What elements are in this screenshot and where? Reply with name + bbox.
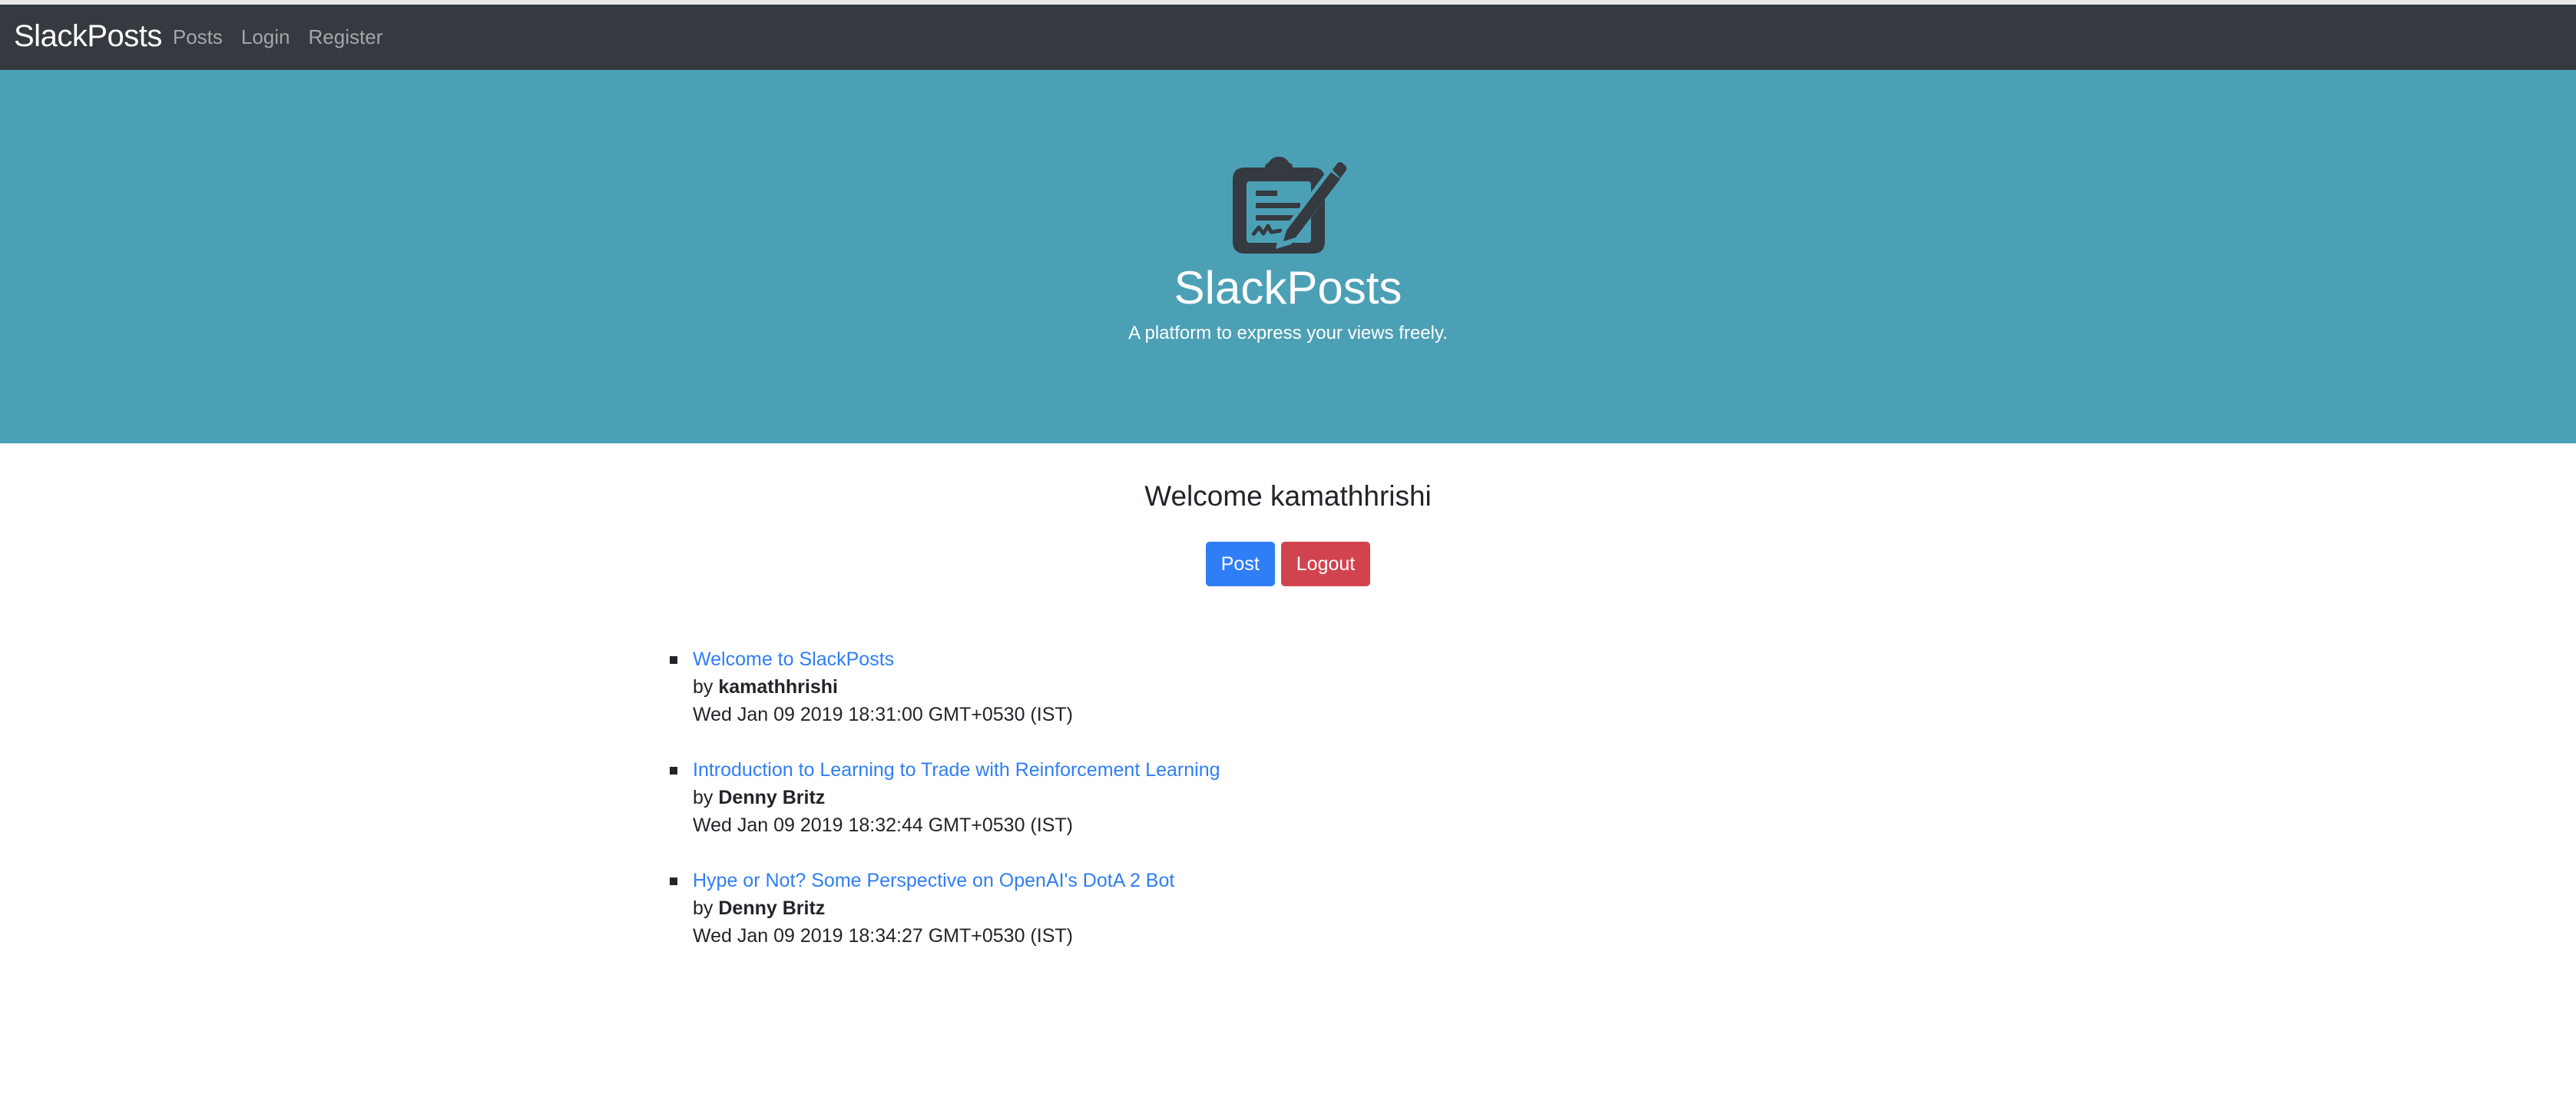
post-title-link[interactable]: Introduction to Learning to Trade with R… [693, 756, 1220, 784]
post-title-link[interactable]: Welcome to SlackPosts [693, 645, 1220, 673]
post-date: Wed Jan 09 2019 18:31:00 GMT+0530 (IST) [693, 704, 1073, 725]
hero-title: SlackPosts [1174, 262, 1402, 313]
hero-banner: SlackPosts A platform to express your vi… [0, 70, 2576, 443]
nav-link-posts[interactable]: Posts [173, 25, 223, 49]
post-title-link[interactable]: Hype or Not? Some Perspective on OpenAI'… [693, 867, 1220, 894]
list-item: Hype or Not? Some Perspective on OpenAI'… [670, 867, 1220, 950]
post-byline: by Denny Britz [693, 894, 1220, 922]
bullet-marker [670, 767, 677, 775]
welcome-heading: Welcome kamathhrishi [1144, 480, 1432, 512]
list-item: Introduction to Learning to Trade with R… [670, 756, 1220, 839]
by-label: by [693, 676, 714, 698]
post-date: Wed Jan 09 2019 18:34:27 GMT+0530 (IST) [693, 925, 1073, 947]
post-byline: by kamathhrishi [693, 673, 1220, 701]
nav-link-login[interactable]: Login [241, 25, 290, 49]
post-author: kamathhrishi [718, 676, 838, 698]
post-button[interactable]: Post [1205, 542, 1275, 586]
post-date: Wed Jan 09 2019 18:32:44 GMT+0530 (IST) [693, 814, 1073, 836]
bullet-marker [670, 656, 677, 664]
post-author: Denny Britz [718, 897, 826, 919]
action-buttons: Post Logout [0, 542, 2576, 586]
nav-link-register[interactable]: Register [309, 25, 383, 49]
signed-document-icon [1233, 157, 1347, 254]
main-content: Welcome kamathhrishi Post Logout Welcome… [0, 480, 2576, 947]
by-label: by [693, 787, 714, 808]
post-list: Welcome to SlackPosts by kamathhrishi We… [670, 645, 1220, 977]
list-item: Welcome to SlackPosts by kamathhrishi We… [670, 645, 1220, 728]
bullet-marker [670, 877, 677, 885]
post-byline: by Denny Britz [693, 784, 1220, 811]
navbar-brand[interactable]: SlackPosts [14, 21, 162, 51]
post-author: Denny Britz [718, 787, 826, 808]
hero-subtitle: A platform to express your views freely. [1128, 323, 1448, 343]
navbar: SlackPosts Posts Login Register [0, 5, 2576, 70]
by-label: by [693, 897, 714, 919]
logout-button[interactable]: Logout [1280, 542, 1371, 586]
